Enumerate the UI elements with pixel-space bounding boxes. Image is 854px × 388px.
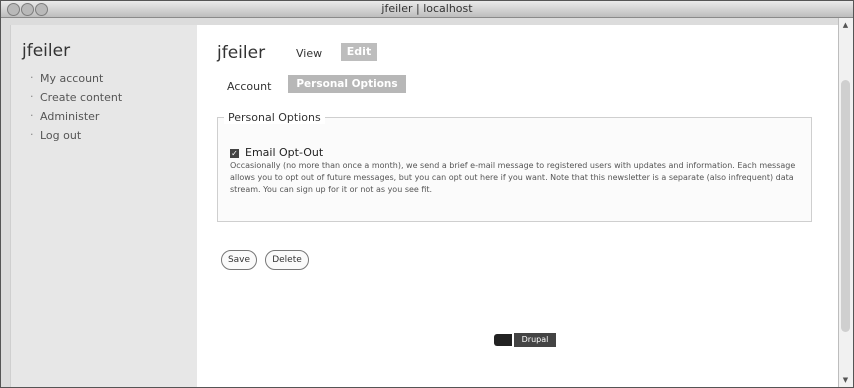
sidebar-username: jfeiler [22, 41, 71, 61]
subtab-personal-options[interactable]: Personal Options [288, 75, 406, 93]
scrollbar-thumb[interactable] [841, 80, 850, 332]
sidebar: jfeiler My account Create content Admini… [11, 25, 197, 387]
scroll-down-icon[interactable]: ▼ [841, 375, 850, 385]
sidebar-menu: My account Create content Administer Log… [30, 68, 122, 145]
sidebar-item-my-account[interactable]: My account [30, 68, 122, 88]
browser-window: jfeiler | localhost jfeiler My account C… [0, 0, 854, 388]
personal-options-fieldset: Personal Options ✓ Email Opt-Out Occasion… [217, 111, 812, 222]
drupal-logo-icon [494, 334, 512, 346]
scroll-up-icon[interactable]: ▲ [841, 20, 850, 30]
opt-out-description: Occasionally (no more than once a month)… [230, 161, 796, 194]
sidebar-item-administer[interactable]: Administer [30, 106, 122, 126]
drupal-badge-text: Drupal [514, 333, 556, 347]
main-panel: jfeiler View Edit Account Personal Optio… [198, 25, 839, 387]
tab-edit[interactable]: Edit [341, 43, 377, 61]
delete-button[interactable]: Delete [265, 250, 309, 270]
email-opt-out-checkbox[interactable]: ✓ [230, 148, 239, 158]
sidebar-item-create-content[interactable]: Create content [30, 87, 122, 107]
drupal-badge[interactable]: Drupal [494, 333, 556, 347]
email-opt-out-label[interactable]: Email Opt-Out [245, 146, 323, 159]
subtab-account[interactable]: Account [227, 80, 271, 93]
sidebar-item-log-out[interactable]: Log out [30, 125, 122, 145]
save-button[interactable]: Save [221, 250, 257, 270]
vertical-scrollbar[interactable]: ▲ ▼ [838, 18, 853, 387]
email-opt-out-row: ✓ Email Opt-Out [230, 146, 323, 159]
page-title: jfeiler [217, 43, 266, 63]
window-title: jfeiler | localhost [381, 2, 473, 15]
window-titlebar: jfeiler | localhost [1, 1, 853, 18]
fieldset-legend: Personal Options [224, 111, 325, 124]
tab-view[interactable]: View [296, 47, 322, 60]
page-content: jfeiler My account Create content Admini… [10, 25, 839, 387]
